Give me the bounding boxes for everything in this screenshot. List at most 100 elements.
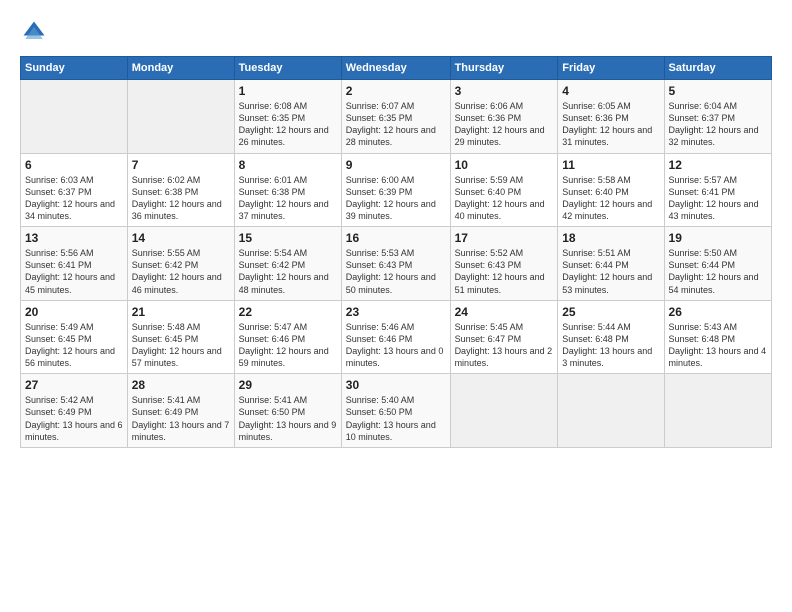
calendar-day-cell: 4 Sunrise: 6:05 AM Sunset: 6:36 PM Daylig… <box>558 80 664 154</box>
calendar-day-cell: 25 Sunrise: 5:44 AM Sunset: 6:48 PM Dayli… <box>558 300 664 374</box>
day-detail: Sunrise: 5:52 AM Sunset: 6:43 PM Dayligh… <box>455 247 554 296</box>
day-number: 27 <box>25 378 123 392</box>
calendar-day-cell: 5 Sunrise: 6:04 AM Sunset: 6:37 PM Daylig… <box>664 80 771 154</box>
calendar-day-cell: 6 Sunrise: 6:03 AM Sunset: 6:37 PM Daylig… <box>21 153 128 227</box>
day-number: 13 <box>25 231 123 245</box>
day-number: 28 <box>132 378 230 392</box>
calendar-week-row: 1Sunrise: 6:08 AM Sunset: 6:35 PM Daylig… <box>21 80 772 154</box>
calendar-day-cell: 11 Sunrise: 5:58 AM Sunset: 6:40 PM Dayli… <box>558 153 664 227</box>
calendar-day-cell: 16Sunrise: 5:53 AM Sunset: 6:43 PM Dayli… <box>341 227 450 301</box>
day-detail: Sunrise: 5:41 AM Sunset: 6:50 PM Dayligh… <box>239 394 337 443</box>
calendar-day-cell <box>127 80 234 154</box>
day-detail: Sunrise: 5:40 AM Sunset: 6:50 PM Dayligh… <box>346 394 446 443</box>
day-number: 21 <box>132 305 230 319</box>
day-number: 14 <box>132 231 230 245</box>
day-number: 11 <box>562 158 659 172</box>
calendar-day-cell: 3 Sunrise: 6:06 AM Sunset: 6:36 PM Daylig… <box>450 80 558 154</box>
day-detail: Sunrise: 5:55 AM Sunset: 6:42 PM Dayligh… <box>132 247 230 296</box>
calendar-day-cell: 19Sunrise: 5:50 AM Sunset: 6:44 PM Dayli… <box>664 227 771 301</box>
page-header <box>20 18 772 46</box>
day-detail: Sunrise: 5:57 AM Sunset: 6:41 PM Dayligh… <box>669 174 767 223</box>
day-detail: Sunrise: 5:41 AM Sunset: 6:49 PM Dayligh… <box>132 394 230 443</box>
day-detail: Sunrise: 6:04 AM Sunset: 6:37 PM Dayligh… <box>669 100 767 149</box>
day-number: 4 <box>562 84 659 98</box>
calendar-day-cell: 8 Sunrise: 6:01 AM Sunset: 6:38 PM Daylig… <box>234 153 341 227</box>
day-detail: Sunrise: 6:03 AM Sunset: 6:37 PM Dayligh… <box>25 174 123 223</box>
calendar-day-cell: 30 Sunrise: 5:40 AM Sunset: 6:50 PM Dayli… <box>341 374 450 448</box>
day-number: 8 <box>239 158 337 172</box>
calendar-day-cell: 29 Sunrise: 5:41 AM Sunset: 6:50 PM Dayli… <box>234 374 341 448</box>
day-detail: Sunrise: 5:43 AM Sunset: 6:48 PM Dayligh… <box>669 321 767 370</box>
weekday-header: Thursday <box>450 57 558 80</box>
day-detail: Sunrise: 6:01 AM Sunset: 6:38 PM Dayligh… <box>239 174 337 223</box>
calendar-day-cell: 20 Sunrise: 5:49 AM Sunset: 6:45 PM Dayli… <box>21 300 128 374</box>
day-number: 26 <box>669 305 767 319</box>
calendar-day-cell <box>664 374 771 448</box>
day-number: 29 <box>239 378 337 392</box>
weekday-header: Sunday <box>21 57 128 80</box>
day-number: 30 <box>346 378 446 392</box>
day-number: 23 <box>346 305 446 319</box>
calendar-day-cell: 27 Sunrise: 5:42 AM Sunset: 6:49 PM Dayli… <box>21 374 128 448</box>
day-detail: Sunrise: 5:49 AM Sunset: 6:45 PM Dayligh… <box>25 321 123 370</box>
day-number: 7 <box>132 158 230 172</box>
calendar-day-cell: 2Sunrise: 6:07 AM Sunset: 6:35 PM Daylig… <box>341 80 450 154</box>
day-detail: Sunrise: 6:06 AM Sunset: 6:36 PM Dayligh… <box>455 100 554 149</box>
day-detail: Sunrise: 5:48 AM Sunset: 6:45 PM Dayligh… <box>132 321 230 370</box>
day-number: 18 <box>562 231 659 245</box>
calendar-week-row: 27 Sunrise: 5:42 AM Sunset: 6:49 PM Dayli… <box>21 374 772 448</box>
day-number: 20 <box>25 305 123 319</box>
calendar-day-cell: 12 Sunrise: 5:57 AM Sunset: 6:41 PM Dayli… <box>664 153 771 227</box>
day-detail: Sunrise: 5:47 AM Sunset: 6:46 PM Dayligh… <box>239 321 337 370</box>
calendar-day-cell <box>558 374 664 448</box>
day-detail: Sunrise: 5:42 AM Sunset: 6:49 PM Dayligh… <box>25 394 123 443</box>
calendar-day-cell: 23 Sunrise: 5:46 AM Sunset: 6:46 PM Dayli… <box>341 300 450 374</box>
weekday-header: Tuesday <box>234 57 341 80</box>
day-detail: Sunrise: 5:51 AM Sunset: 6:44 PM Dayligh… <box>562 247 659 296</box>
day-detail: Sunrise: 5:58 AM Sunset: 6:40 PM Dayligh… <box>562 174 659 223</box>
calendar-header: SundayMondayTuesdayWednesdayThursdayFrid… <box>21 57 772 80</box>
day-number: 17 <box>455 231 554 245</box>
calendar-week-row: 6 Sunrise: 6:03 AM Sunset: 6:37 PM Daylig… <box>21 153 772 227</box>
day-detail: Sunrise: 5:59 AM Sunset: 6:40 PM Dayligh… <box>455 174 554 223</box>
calendar-day-cell: 22 Sunrise: 5:47 AM Sunset: 6:46 PM Dayli… <box>234 300 341 374</box>
day-detail: Sunrise: 5:54 AM Sunset: 6:42 PM Dayligh… <box>239 247 337 296</box>
calendar-day-cell: 14 Sunrise: 5:55 AM Sunset: 6:42 PM Dayli… <box>127 227 234 301</box>
day-number: 3 <box>455 84 554 98</box>
calendar-body: 1Sunrise: 6:08 AM Sunset: 6:35 PM Daylig… <box>21 80 772 448</box>
day-detail: Sunrise: 6:05 AM Sunset: 6:36 PM Dayligh… <box>562 100 659 149</box>
calendar-day-cell: 9Sunrise: 6:00 AM Sunset: 6:39 PM Daylig… <box>341 153 450 227</box>
weekday-header: Wednesday <box>341 57 450 80</box>
logo-icon <box>20 18 48 46</box>
day-number: 16 <box>346 231 446 245</box>
day-number: 6 <box>25 158 123 172</box>
calendar-day-cell: 28 Sunrise: 5:41 AM Sunset: 6:49 PM Dayli… <box>127 374 234 448</box>
calendar-table: SundayMondayTuesdayWednesdayThursdayFrid… <box>20 56 772 448</box>
calendar-day-cell <box>21 80 128 154</box>
day-detail: Sunrise: 6:07 AM Sunset: 6:35 PM Dayligh… <box>346 100 446 149</box>
calendar-week-row: 13 Sunrise: 5:56 AM Sunset: 6:41 PM Dayli… <box>21 227 772 301</box>
calendar-day-cell: 1Sunrise: 6:08 AM Sunset: 6:35 PM Daylig… <box>234 80 341 154</box>
calendar-day-cell: 26 Sunrise: 5:43 AM Sunset: 6:48 PM Dayli… <box>664 300 771 374</box>
calendar-week-row: 20 Sunrise: 5:49 AM Sunset: 6:45 PM Dayli… <box>21 300 772 374</box>
day-number: 15 <box>239 231 337 245</box>
logo <box>20 18 52 46</box>
calendar-day-cell: 21 Sunrise: 5:48 AM Sunset: 6:45 PM Dayli… <box>127 300 234 374</box>
day-number: 25 <box>562 305 659 319</box>
day-detail: Sunrise: 6:02 AM Sunset: 6:38 PM Dayligh… <box>132 174 230 223</box>
day-number: 12 <box>669 158 767 172</box>
calendar-day-cell: 13 Sunrise: 5:56 AM Sunset: 6:41 PM Dayli… <box>21 227 128 301</box>
day-number: 5 <box>669 84 767 98</box>
day-detail: Sunrise: 6:08 AM Sunset: 6:35 PM Dayligh… <box>239 100 337 149</box>
calendar-day-cell: 18 Sunrise: 5:51 AM Sunset: 6:44 PM Dayli… <box>558 227 664 301</box>
weekday-header: Saturday <box>664 57 771 80</box>
calendar-day-cell <box>450 374 558 448</box>
calendar-day-cell: 10 Sunrise: 5:59 AM Sunset: 6:40 PM Dayli… <box>450 153 558 227</box>
calendar-day-cell: 7 Sunrise: 6:02 AM Sunset: 6:38 PM Daylig… <box>127 153 234 227</box>
day-number: 10 <box>455 158 554 172</box>
day-detail: Sunrise: 5:44 AM Sunset: 6:48 PM Dayligh… <box>562 321 659 370</box>
day-number: 22 <box>239 305 337 319</box>
day-detail: Sunrise: 5:56 AM Sunset: 6:41 PM Dayligh… <box>25 247 123 296</box>
day-detail: Sunrise: 6:00 AM Sunset: 6:39 PM Dayligh… <box>346 174 446 223</box>
day-detail: Sunrise: 5:46 AM Sunset: 6:46 PM Dayligh… <box>346 321 446 370</box>
